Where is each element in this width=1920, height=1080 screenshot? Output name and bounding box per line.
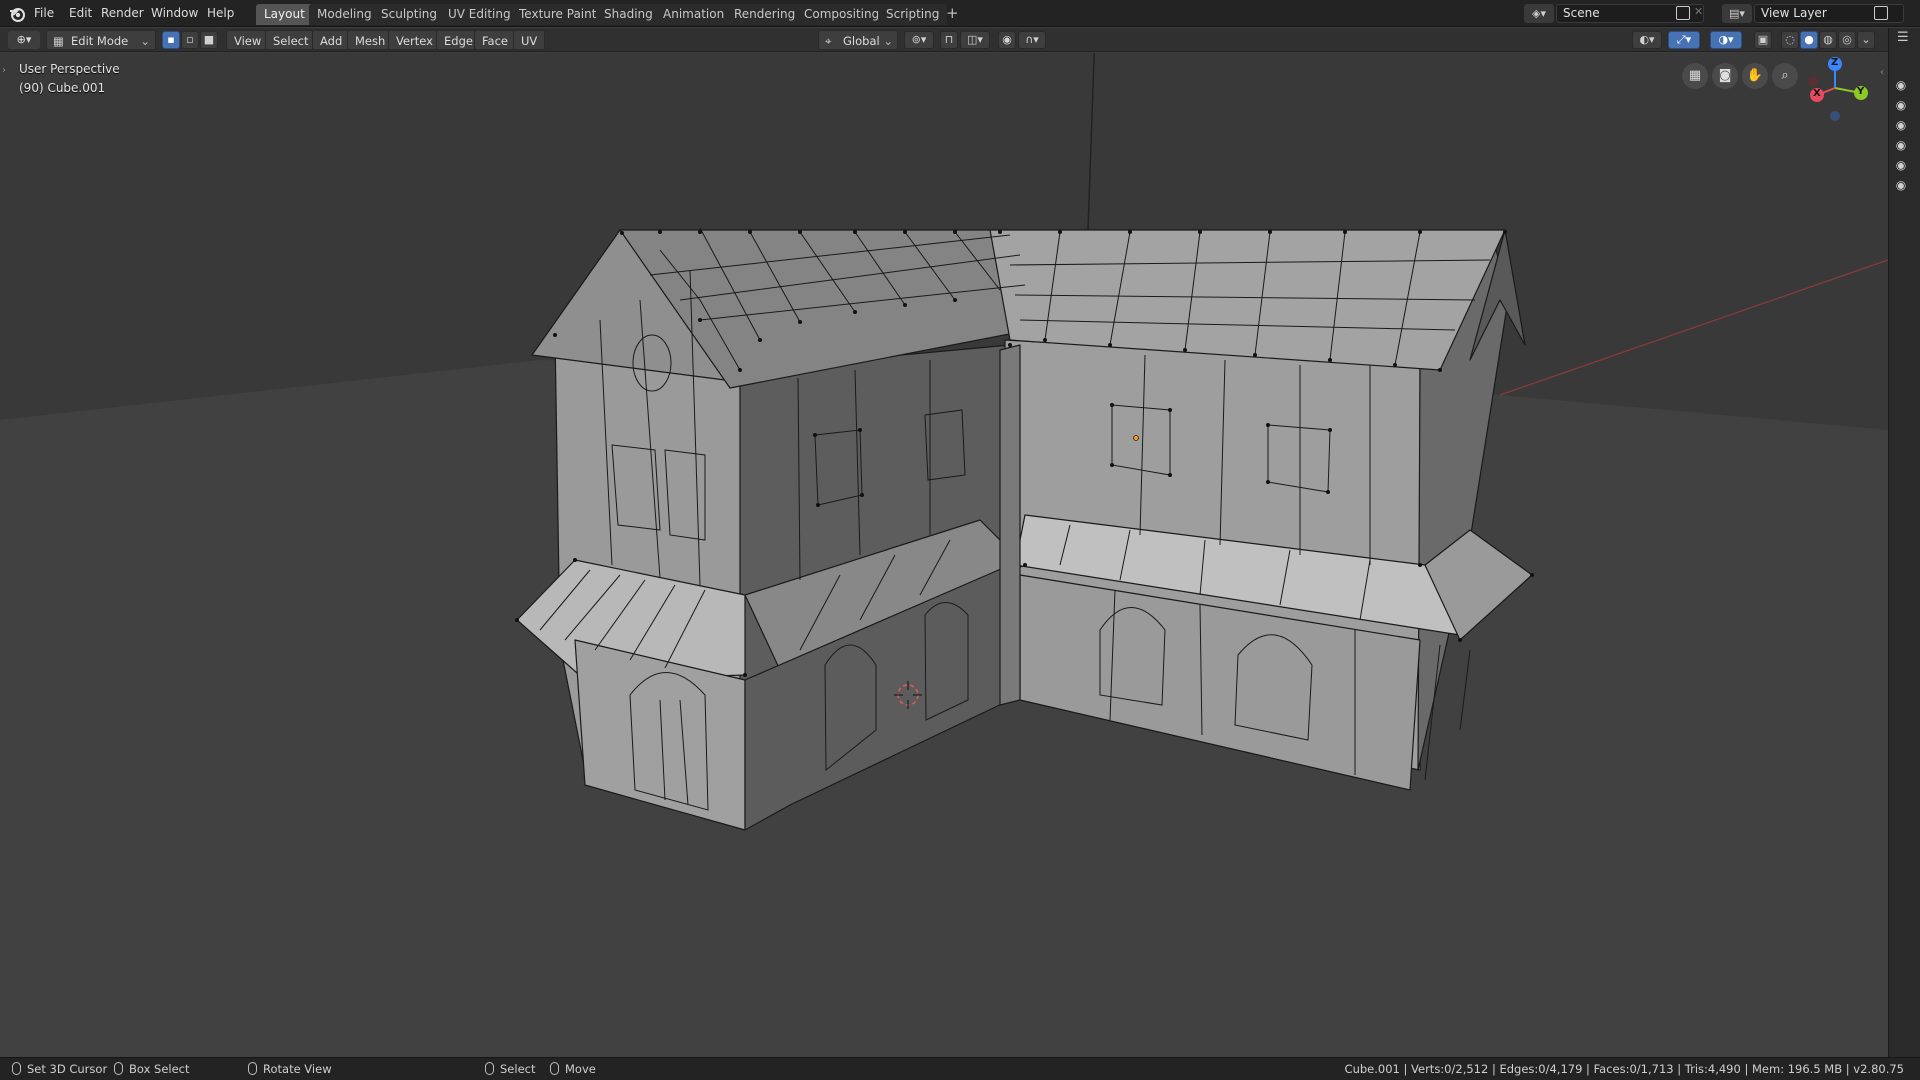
falloff-icon[interactable]: ∩▾: [1018, 31, 1046, 49]
menu-view[interactable]: View: [226, 30, 270, 50]
scene-browse-icon[interactable]: ◈▾: [1524, 4, 1554, 23]
hint-label: Move: [565, 1062, 596, 1076]
orientation-icon: ⌖: [825, 34, 832, 48]
perspective-label: User Perspective: [19, 62, 120, 76]
mode-dropdown[interactable]: ▦ Edit Mode ⌄: [46, 30, 156, 50]
hint-select: Select: [485, 1062, 535, 1077]
visibility-eye-icon[interactable]: ◉: [1893, 79, 1909, 91]
menu-uv[interactable]: UV: [513, 30, 546, 50]
vertex-select-icon[interactable]: ▪: [162, 31, 180, 49]
wireframe-shading-icon[interactable]: ◌: [1781, 31, 1799, 49]
close-scene-icon[interactable]: ✕: [1694, 5, 1703, 18]
visibility-eye-icon[interactable]: ◉: [1893, 99, 1909, 111]
menu-file[interactable]: File: [34, 4, 54, 22]
tab-texture-paint[interactable]: Texture Paint: [511, 4, 605, 25]
3d-viewport[interactable]: User Perspective (90) Cube.001 ▦ ◙ ✋ ⌕ Z…: [0, 53, 1888, 1057]
visibility-eye-icon[interactable]: ◉: [1893, 119, 1909, 131]
menu-select[interactable]: Select: [265, 30, 317, 50]
menu-help[interactable]: Help: [207, 4, 234, 22]
tab-animation[interactable]: Animation: [655, 4, 733, 25]
menu-render[interactable]: Render: [101, 4, 144, 22]
overlay-toggle-icon[interactable]: ◑▾: [1710, 31, 1742, 49]
scene-statistics: Cube.001 | Verts:0/2,512 | Edges:0/4,179…: [1344, 1062, 1904, 1076]
new-view-layer-icon[interactable]: [1874, 6, 1888, 20]
visibility-eye-icon[interactable]: ◉: [1893, 139, 1909, 151]
solid-shading-icon[interactable]: ●: [1800, 31, 1818, 49]
object-label: (90) Cube.001: [19, 81, 106, 95]
tab-compositing[interactable]: Compositing: [796, 4, 888, 25]
sidebar-toggle-icon[interactable]: ‹: [1880, 67, 1884, 78]
hint-move: Move: [550, 1062, 596, 1077]
blender-logo-icon[interactable]: [8, 5, 26, 23]
transform-orientation-dropdown[interactable]: ⌖ Global ⌄: [818, 30, 898, 50]
menu-mesh[interactable]: Mesh: [347, 30, 394, 50]
edit-mode-icon: ▦: [53, 34, 64, 48]
tab-modeling[interactable]: Modeling: [309, 4, 380, 25]
mouse-left-icon: [485, 1062, 494, 1075]
mouse-drag-icon: [550, 1062, 559, 1075]
zoom-view-icon[interactable]: ⌕: [1772, 63, 1798, 89]
pivot-point-icon[interactable]: ⊚▾: [904, 31, 934, 49]
xray-toggle-icon[interactable]: ▣: [1754, 31, 1772, 49]
hint-box-select: Box Select: [114, 1062, 190, 1077]
view-layer-name: View Layer: [1761, 6, 1827, 20]
mode-label: Edit Mode: [71, 34, 129, 48]
hint-rotate-view: Rotate View: [248, 1062, 332, 1077]
snap-target-icon[interactable]: ◫▾: [960, 31, 990, 49]
viewport-header: ⊕▾ ▦ Edit Mode ⌄ ▪ ▫ ■ View Select Add M…: [0, 28, 1896, 52]
hint-label: Box Select: [129, 1062, 190, 1076]
view-layer-browse-icon[interactable]: ▤▾: [1722, 4, 1752, 23]
visibility-eye-icon[interactable]: ◉: [1893, 179, 1909, 191]
menu-face[interactable]: Face: [474, 30, 517, 50]
hint-label: Select: [500, 1062, 536, 1076]
pan-view-icon[interactable]: ✋: [1742, 63, 1768, 89]
menu-add[interactable]: Add: [312, 30, 351, 50]
object-origin: [1133, 435, 1139, 441]
face-select-icon[interactable]: ■: [200, 31, 218, 49]
material-shading-icon[interactable]: ◍: [1819, 31, 1837, 49]
top-bar: File Edit Render Window Help Layout Mode…: [0, 0, 1920, 27]
outliner-editor-icon[interactable]: ☰: [1897, 30, 1915, 48]
chevron-down-icon: ⌄: [883, 34, 893, 48]
orientation-label: Global: [843, 34, 880, 48]
toggle-grid-view-icon[interactable]: ▦: [1682, 63, 1708, 89]
tab-rendering[interactable]: Rendering: [726, 4, 804, 25]
x-axis-label: X: [1813, 88, 1821, 99]
gizmo-toggle-icon[interactable]: ⤢▾: [1668, 31, 1700, 49]
navigation-gizmo[interactable]: Z Y X: [1800, 53, 1870, 143]
editor-type-icon[interactable]: ⊕▾: [8, 31, 40, 49]
scene-name: Scene: [1563, 6, 1600, 20]
toolbar-toggle-icon[interactable]: ›: [2, 65, 6, 76]
visibility-icon[interactable]: ◐▾: [1632, 31, 1662, 49]
proportional-edit-icon[interactable]: ◉: [998, 31, 1016, 49]
shading-options-icon[interactable]: ⌄: [1857, 31, 1875, 49]
tab-sculpting[interactable]: Sculpting: [373, 4, 446, 25]
add-workspace-button[interactable]: +: [946, 4, 959, 22]
chevron-down-icon: ⌄: [140, 34, 150, 48]
visibility-eye-icon[interactable]: ◉: [1893, 159, 1909, 171]
snap-toggle-icon[interactable]: ⊓: [940, 31, 958, 49]
tab-shading[interactable]: Shading: [596, 4, 661, 25]
mouse-drag-icon: [114, 1062, 123, 1075]
tab-uv-editing[interactable]: UV Editing: [440, 4, 519, 25]
status-bar: Set 3D Cursor Box Select Rotate View Sel…: [0, 1057, 1920, 1080]
hint-label: Rotate View: [263, 1062, 332, 1076]
rendered-shading-icon[interactable]: ◎: [1838, 31, 1856, 49]
hint-set-3d-cursor: Set 3D Cursor: [12, 1062, 107, 1077]
tab-layout[interactable]: Layout: [256, 4, 313, 25]
y-axis-label: Y: [1857, 86, 1865, 97]
mouse-left-icon: [12, 1062, 21, 1075]
tab-scripting[interactable]: Scripting: [878, 4, 948, 25]
edge-select-icon[interactable]: ▫: [181, 31, 199, 49]
menu-window[interactable]: Window: [151, 4, 198, 22]
menu-edit[interactable]: Edit: [69, 4, 92, 22]
menu-vertex[interactable]: Vertex: [388, 30, 441, 50]
new-scene-icon[interactable]: [1676, 6, 1690, 20]
mouse-middle-icon: [248, 1062, 257, 1075]
z-axis-label: Z: [1831, 57, 1839, 68]
camera-view-icon[interactable]: ◙: [1712, 63, 1738, 89]
hint-label: Set 3D Cursor: [27, 1062, 108, 1076]
